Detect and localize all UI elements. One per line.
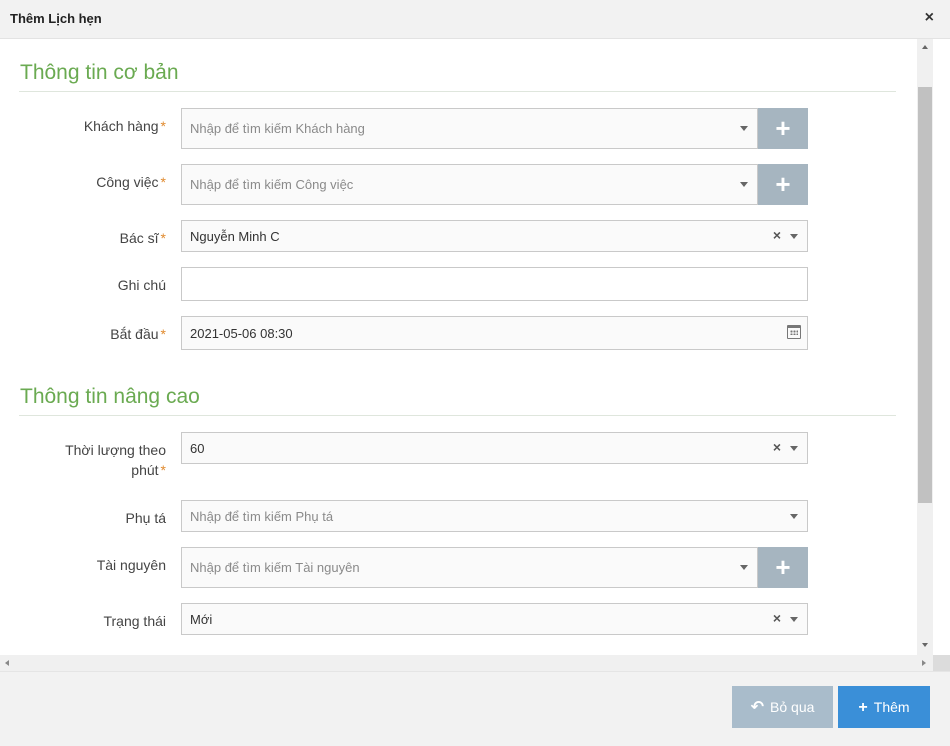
assistant-select[interactable]: Nhập để tìm kiếm Phụ tá <box>181 500 808 532</box>
note-label: Ghi chú <box>117 277 166 293</box>
scrollbar-corner <box>933 655 950 671</box>
duration-label: Thời lượng theo phút * <box>65 442 166 478</box>
scroll-left-icon[interactable] <box>5 660 9 666</box>
required-marker: * <box>160 118 166 134</box>
plus-icon: + <box>775 169 791 199</box>
section-title-advanced: Thông tin nâng cao <box>20 385 200 408</box>
job-select[interactable]: Nhập để tìm kiếm Công việc <box>181 164 758 205</box>
start-datetime-input[interactable]: 2021-05-06 08:30 <box>181 316 808 350</box>
clear-icon[interactable]: × <box>773 439 781 455</box>
dialog-body: Thông tin cơ bản Khách hàng * Nhập để tìm… <box>0 39 917 655</box>
duration-select[interactable]: 60 × <box>181 432 808 464</box>
undo-icon: ↶ <box>750 699 765 716</box>
resource-placeholder: Nhập để tìm kiếm Tài nguyên <box>190 560 360 575</box>
cancel-button[interactable]: ↶ Bỏ qua <box>732 686 833 728</box>
appointment-dialog: Thêm Lịch hẹn × Thông tin cơ bản Khách h… <box>0 0 950 746</box>
plus-icon: + <box>775 552 791 582</box>
required-marker: * <box>160 462 166 478</box>
add-resource-button[interactable]: + <box>758 547 808 588</box>
section-divider <box>19 415 896 416</box>
status-label: Trạng thái <box>103 613 166 629</box>
vertical-scroll-thumb[interactable] <box>918 87 932 503</box>
section-title-basic: Thông tin cơ bản <box>20 61 179 84</box>
chevron-down-icon <box>790 617 798 622</box>
required-marker: * <box>160 174 166 190</box>
scroll-down-icon[interactable] <box>922 643 928 647</box>
required-marker: * <box>160 230 166 246</box>
status-value: Mới <box>190 612 213 627</box>
chevron-down-icon <box>740 182 748 187</box>
clear-icon[interactable]: × <box>773 227 781 243</box>
start-label: Bắt đầu * <box>110 326 166 342</box>
doctor-select[interactable]: Nguyễn Minh C × <box>181 220 808 252</box>
vertical-scrollbar[interactable] <box>917 39 933 655</box>
doctor-label: Bác sĩ * <box>119 230 166 246</box>
clear-icon[interactable]: × <box>773 610 781 626</box>
duration-value: 60 <box>190 441 205 456</box>
horizontal-scrollbar[interactable] <box>0 655 933 671</box>
required-marker: * <box>160 326 166 342</box>
assistant-placeholder: Nhập để tìm kiếm Phụ tá <box>190 509 334 524</box>
customer-select[interactable]: Nhập để tìm kiếm Khách hàng <box>181 108 758 149</box>
scroll-right-icon[interactable] <box>922 660 926 666</box>
add-job-button[interactable]: + <box>758 164 808 205</box>
note-input[interactable] <box>181 267 808 301</box>
close-icon[interactable]: × <box>925 9 934 27</box>
job-label: Công việc * <box>96 174 166 190</box>
start-value: 2021-05-06 08:30 <box>190 326 293 341</box>
assistant-label: Phụ tá <box>125 510 166 526</box>
dialog-title: Thêm Lịch hẹn <box>10 11 102 26</box>
job-placeholder: Nhập để tìm kiếm Công việc <box>190 177 354 192</box>
status-select[interactable]: Mới × <box>181 603 808 635</box>
plus-icon: + <box>858 699 868 716</box>
doctor-value: Nguyễn Minh C <box>190 229 280 244</box>
add-customer-button[interactable]: + <box>758 108 808 149</box>
section-divider <box>19 91 896 92</box>
add-button[interactable]: + Thêm <box>838 686 930 728</box>
chevron-down-icon <box>790 234 798 239</box>
resource-select[interactable]: Nhập để tìm kiếm Tài nguyên <box>181 547 758 588</box>
dialog-footer: ↶ Bỏ qua + Thêm <box>0 671 950 746</box>
chevron-down-icon <box>790 514 798 519</box>
resource-label: Tài nguyên <box>96 557 166 573</box>
scroll-up-icon[interactable] <box>922 45 928 49</box>
plus-icon: + <box>775 113 791 143</box>
chevron-down-icon <box>790 446 798 451</box>
customer-placeholder: Nhập để tìm kiếm Khách hàng <box>190 121 365 136</box>
dialog-titlebar: Thêm Lịch hẹn × <box>0 0 950 39</box>
chevron-down-icon <box>740 565 748 570</box>
customer-label: Khách hàng * <box>83 118 166 134</box>
calendar-icon[interactable] <box>787 325 801 339</box>
chevron-down-icon <box>740 126 748 131</box>
